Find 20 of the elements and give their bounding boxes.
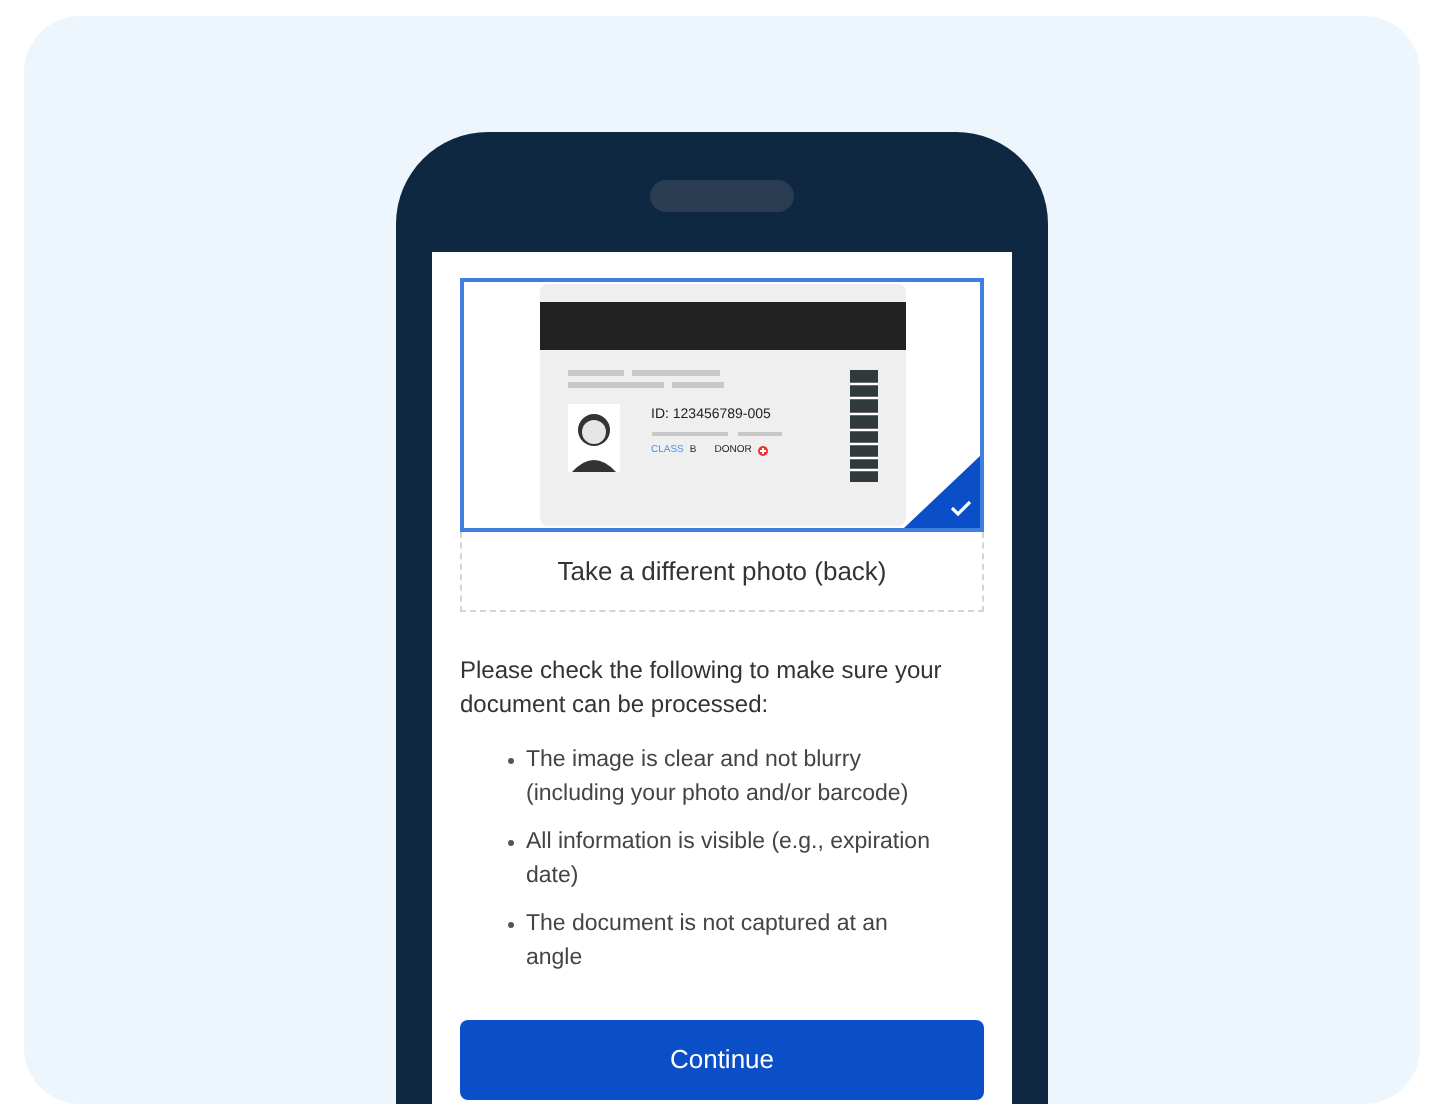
plus-icon bbox=[757, 445, 768, 455]
checklist-item: All information is visible (e.g., expiration date) bbox=[526, 828, 932, 892]
barcode-icon bbox=[849, 370, 877, 482]
placeholder-line bbox=[567, 382, 663, 388]
retake-photo-button[interactable]: Take a different photo (back) bbox=[460, 532, 984, 612]
placeholder-line bbox=[631, 370, 719, 376]
placeholder-line bbox=[651, 432, 727, 436]
person-silhouette-icon bbox=[567, 404, 619, 472]
placeholder-line bbox=[567, 370, 623, 376]
checkmark-corner-icon bbox=[904, 456, 980, 528]
checklist-item: The image is clear and not blurry (including your photo and/or barcode) bbox=[526, 746, 911, 810]
instructions-text: Please check the following to make sure your document can be processed: bbox=[460, 654, 944, 722]
speaker-slot bbox=[650, 180, 794, 212]
continue-button[interactable]: Continue bbox=[460, 1020, 984, 1100]
placeholder-line bbox=[671, 382, 723, 388]
bullet-icon bbox=[508, 758, 514, 764]
bullet-icon bbox=[508, 922, 514, 928]
bullet-icon bbox=[508, 840, 514, 846]
checklist-item: The document is not captured at an angle bbox=[526, 910, 890, 974]
placeholder-line bbox=[737, 432, 781, 436]
